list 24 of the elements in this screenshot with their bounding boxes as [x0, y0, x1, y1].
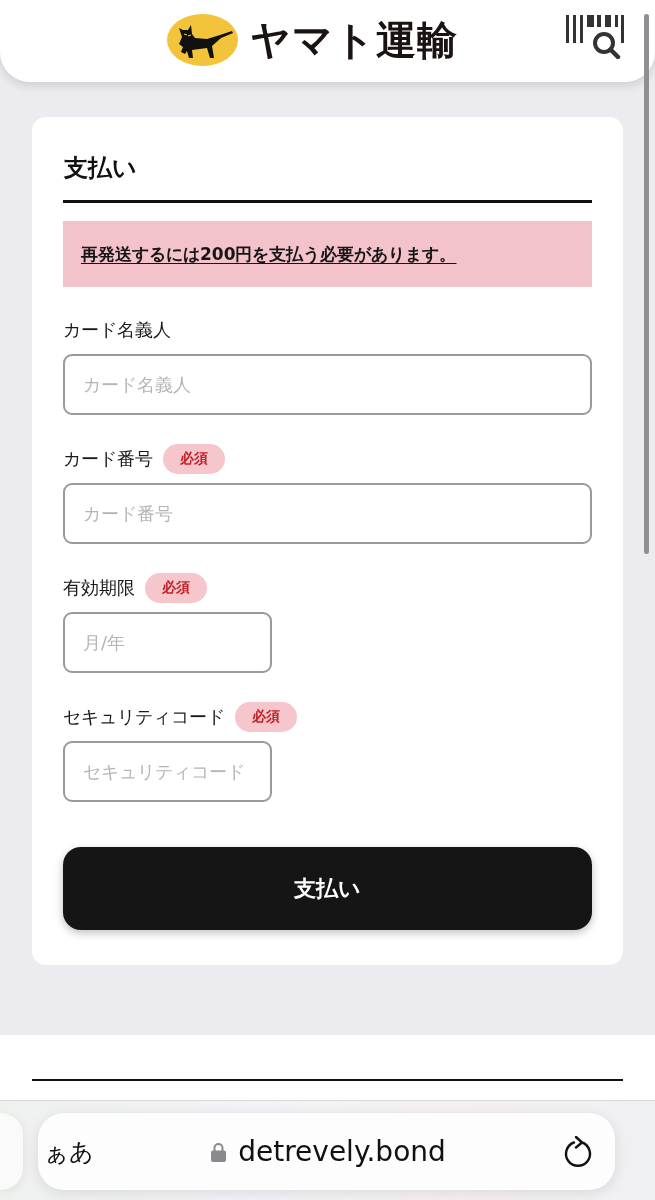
- notice-text: 再発送するには200円を支払う必要があります。: [81, 242, 457, 266]
- url-text: detrevely.bond: [238, 1135, 446, 1168]
- input-field[interactable]: カード番号: [63, 483, 592, 544]
- cat-logo-icon: [166, 14, 238, 66]
- input-field[interactable]: セキュリティコード: [63, 741, 272, 802]
- address-bar[interactable]: ぁあ detrevely.bond: [38, 1113, 615, 1190]
- field-label: カード名義人: [63, 318, 171, 342]
- input-field[interactable]: カード名義人: [63, 354, 592, 415]
- required-badge: 必須: [163, 444, 225, 474]
- barcode-search-button[interactable]: [566, 15, 624, 59]
- lock-icon: [211, 1141, 227, 1162]
- reload-button[interactable]: [563, 1135, 593, 1168]
- input-field[interactable]: 月/年: [63, 612, 272, 673]
- pay-button[interactable]: 支払い: [63, 847, 592, 930]
- barcode-search-icon: [566, 15, 624, 59]
- field-label: 有効期限: [63, 576, 135, 600]
- required-badge: 必須: [145, 573, 207, 603]
- field-label: カード番号: [63, 447, 153, 471]
- required-badge: 必須: [235, 702, 297, 732]
- logo-text: ヤマト運輸: [249, 20, 458, 60]
- section-title: 支払い: [63, 153, 137, 183]
- reload-icon: [563, 1135, 593, 1168]
- text-size-button[interactable]: ぁあ: [44, 1135, 94, 1168]
- field-label: セキュリティコード: [63, 705, 225, 729]
